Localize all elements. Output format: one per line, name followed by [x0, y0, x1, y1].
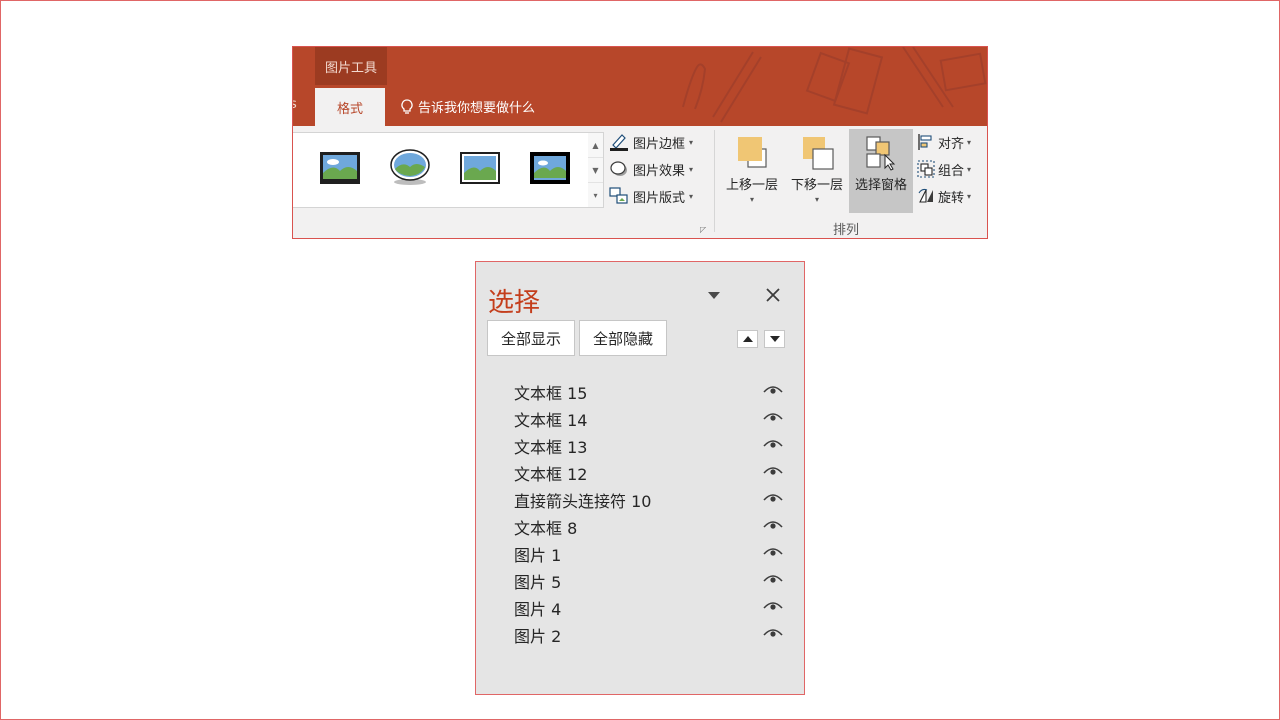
send-backward-button[interactable]: 下移一层 ▾	[785, 129, 849, 213]
picture-layout-icon	[609, 187, 628, 204]
align-button[interactable]: 对齐 ▾	[917, 132, 971, 152]
bring-forward-icon	[738, 137, 767, 168]
tab-cut-off[interactable]: s	[293, 97, 297, 112]
chevron-down-icon: ▾	[749, 195, 754, 204]
chevron-down-icon: ▾	[967, 191, 972, 201]
bring-forward-order-button[interactable]	[737, 330, 758, 348]
pane-title: 选择	[488, 288, 541, 318]
rotate-button[interactable]: 旋转 ▾	[917, 186, 971, 206]
selection-pane-label: 选择窗格	[854, 178, 907, 193]
selection-pane-icon	[866, 136, 896, 171]
list-item[interactable]: 文本框 15	[476, 377, 804, 404]
bring-forward-button[interactable]: 上移一层 ▾	[720, 129, 784, 213]
picture-style-thumbnail[interactable]	[529, 151, 571, 185]
eye-icon[interactable]	[763, 384, 783, 396]
selection-pane: 选择 全部显示 全部隐藏 文本框 15 文本框 14 文本框 13 文本框 12…	[475, 261, 805, 695]
eye-icon[interactable]	[763, 411, 783, 423]
chevron-down-icon: ▾	[814, 195, 819, 204]
arrange-group-label: 排列	[833, 223, 860, 238]
picture-effects-label: 图片效果	[633, 163, 686, 179]
picture-layout-label: 图片版式	[633, 190, 686, 206]
rotate-icon	[918, 188, 933, 203]
chevron-down-icon: ▾	[689, 191, 694, 201]
dialog-launcher-icon[interactable]: ◸	[700, 225, 706, 234]
list-item[interactable]: 文本框 12	[476, 458, 804, 485]
eye-icon[interactable]	[763, 438, 783, 450]
list-item-label: 文本框 8	[514, 519, 578, 538]
show-all-button[interactable]: 全部显示	[487, 320, 575, 356]
list-item-label: 图片 2	[514, 627, 562, 646]
chevron-down-icon: ▾	[689, 137, 694, 147]
gallery-more-icon[interactable]: ▾	[588, 183, 603, 207]
chevron-down-icon: ▾	[689, 164, 694, 174]
list-item[interactable]: 图片 2	[476, 620, 804, 647]
hide-all-button[interactable]: 全部隐藏	[579, 320, 667, 356]
align-label: 对齐	[938, 136, 965, 152]
eye-icon[interactable]	[763, 519, 783, 531]
list-item-label: 直接箭头连接符 10	[514, 492, 652, 511]
picture-style-thumbnail[interactable]	[459, 151, 501, 185]
eye-icon[interactable]	[763, 492, 783, 504]
gallery-scrollbar: ▲ ▼ ▾	[588, 132, 604, 208]
effects-icon	[610, 161, 627, 176]
picture-tools-context-label: 图片工具	[315, 47, 387, 85]
bring-forward-label: 上移一层	[725, 178, 778, 193]
list-item-label: 文本框 14	[514, 411, 588, 430]
picture-layout-button[interactable]: 图片版式 ▾	[609, 186, 693, 206]
group-icon	[917, 160, 935, 178]
list-item[interactable]: 文本框 13	[476, 431, 804, 458]
pen-border-icon	[610, 134, 628, 151]
picture-style-thumbnail[interactable]	[319, 151, 361, 185]
picture-styles-gallery	[293, 132, 589, 208]
send-backward-label: 下移一层	[790, 178, 843, 193]
decorative-doodles-icon	[682, 47, 987, 123]
ribbon-title-bar: s 图片工具 格式 告诉我你想要做什么	[293, 47, 987, 126]
triangle-up-icon	[742, 336, 753, 342]
rotate-label: 旋转	[938, 190, 965, 206]
list-item[interactable]: 图片 1	[476, 539, 804, 566]
gallery-scroll-down-icon[interactable]: ▼	[588, 158, 603, 183]
tell-me-search[interactable]: 告诉我你想要做什么	[401, 97, 535, 116]
chevron-down-icon: ▾	[967, 137, 972, 147]
list-item-label: 图片 1	[514, 546, 562, 565]
list-item[interactable]: 图片 4	[476, 593, 804, 620]
picture-style-oval-thumbnail[interactable]	[389, 147, 431, 187]
group-button[interactable]: 组合 ▾	[917, 159, 971, 179]
group-label: 组合	[938, 163, 965, 179]
list-item-label: 文本框 15	[514, 384, 588, 403]
picture-border-label: 图片边框	[633, 136, 686, 152]
ribbon: s 图片工具 格式 告诉我你想要做什么	[292, 46, 988, 239]
list-item[interactable]: 文本框 14	[476, 404, 804, 431]
ribbon-body: ▲ ▼ ▾ 图片边框 ▾ 图片效果 ▾ 图片版式 ▾ ◸ 上移一层 ▾ 下移一层…	[293, 126, 987, 238]
group-divider	[714, 130, 715, 232]
eye-icon[interactable]	[763, 627, 783, 639]
lightbulb-icon	[401, 98, 413, 114]
selection-pane-button[interactable]: 选择窗格	[849, 129, 913, 213]
gallery-scroll-up-icon[interactable]: ▲	[588, 133, 603, 158]
list-item-label: 文本框 12	[514, 465, 588, 484]
align-icon	[918, 134, 932, 150]
triangle-down-icon[interactable]	[706, 288, 722, 302]
eye-icon[interactable]	[763, 465, 783, 477]
list-item-label: 文本框 13	[514, 438, 588, 457]
list-item-label: 图片 5	[514, 573, 562, 592]
eye-icon[interactable]	[763, 546, 783, 558]
chevron-down-icon: ▾	[967, 164, 972, 174]
eye-icon[interactable]	[763, 573, 783, 585]
picture-border-button[interactable]: 图片边框 ▾	[609, 132, 693, 152]
list-item[interactable]: 文本框 8	[476, 512, 804, 539]
send-backward-order-button[interactable]	[764, 330, 785, 348]
tab-format[interactable]: 格式	[315, 88, 385, 126]
list-item[interactable]: 直接箭头连接符 10	[476, 485, 804, 512]
list-item[interactable]: 图片 5	[476, 566, 804, 593]
close-icon[interactable]	[764, 286, 782, 304]
eye-icon[interactable]	[763, 600, 783, 612]
list-item-label: 图片 4	[514, 600, 562, 619]
picture-effects-button[interactable]: 图片效果 ▾	[609, 159, 693, 179]
selection-list: 文本框 15 文本框 14 文本框 13 文本框 12 直接箭头连接符 10 文…	[476, 377, 804, 647]
send-backward-icon	[803, 137, 834, 170]
triangle-down-icon	[769, 336, 780, 342]
tell-me-label: 告诉我你想要做什么	[418, 101, 536, 116]
